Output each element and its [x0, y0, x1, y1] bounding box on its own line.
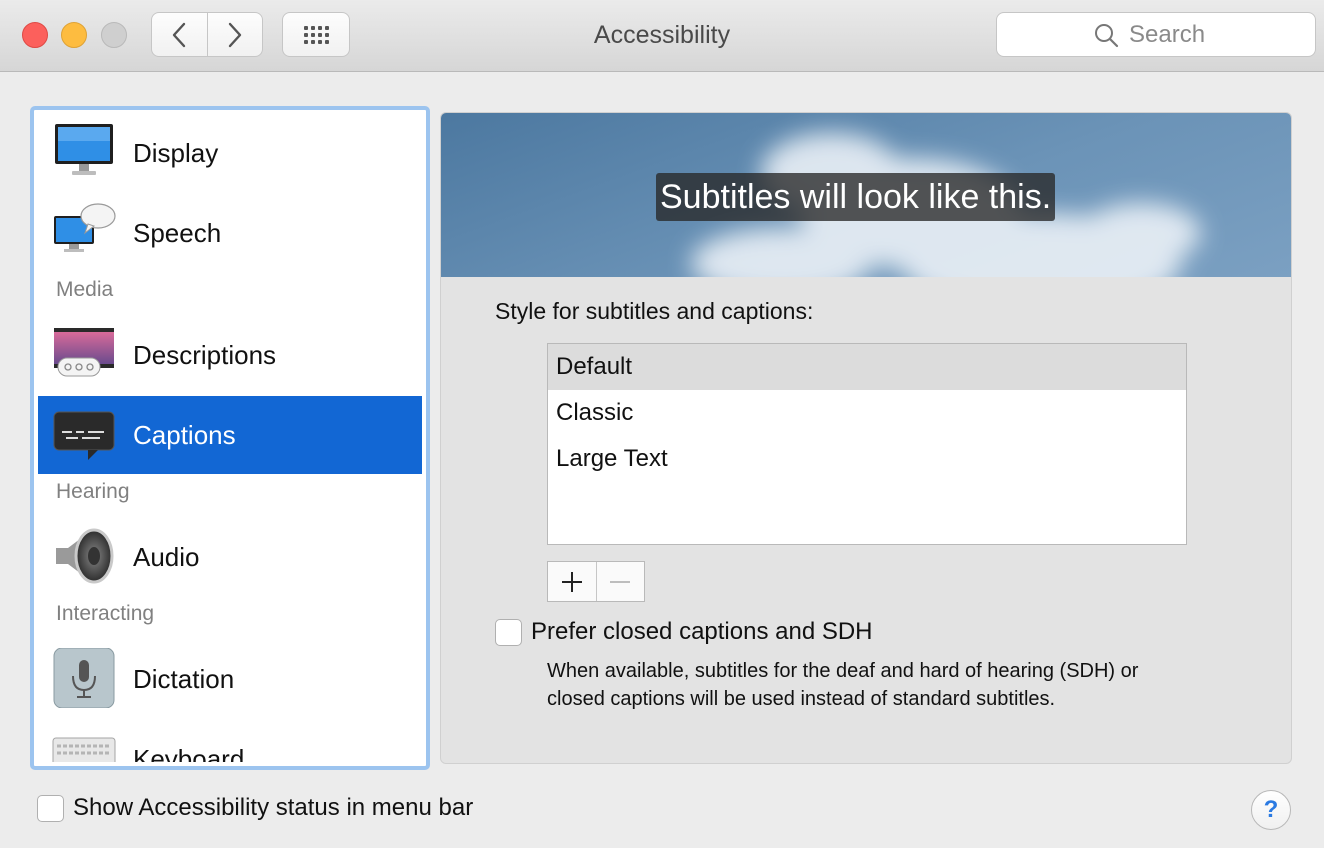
microphone-icon: [53, 648, 115, 708]
style-row-classic[interactable]: Classic: [548, 390, 1186, 436]
sidebar-item-label: Captions: [133, 419, 236, 450]
prefer-closed-captions-label: Prefer closed captions and SDH: [531, 618, 873, 645]
plus-icon: [561, 571, 582, 592]
descriptions-icon: [54, 328, 114, 377]
sidebar-item-audio[interactable]: Audio: [38, 518, 422, 596]
sidebar-section-interacting: Interacting: [56, 602, 155, 625]
sidebar-section-media: Media: [56, 278, 114, 301]
sidebar-section-hearing: Hearing: [56, 480, 130, 503]
sidebar-item-speech[interactable]: Speech: [38, 194, 422, 272]
show-status-checkbox[interactable]: [37, 795, 64, 822]
sidebar-item-label: Dictation: [133, 663, 235, 694]
minus-icon: [610, 580, 631, 583]
display-icon: [55, 124, 113, 175]
prefer-closed-captions-description: When available, subtitles for the deaf a…: [547, 660, 1139, 710]
keyboard-icon: [52, 737, 116, 762]
style-list[interactable]: Default Classic Large Text: [547, 343, 1187, 545]
help-button[interactable]: ?: [1251, 790, 1291, 830]
sidebar-item-display[interactable]: Display: [38, 114, 422, 192]
sidebar-item-descriptions[interactable]: Descriptions: [38, 316, 422, 394]
captions-icon: [53, 411, 115, 460]
sidebar-item-keyboard[interactable]: Keyboard: [38, 720, 422, 762]
captions-pane: Subtitles will look like this. Style for…: [440, 112, 1292, 764]
sidebar-item-label: Display: [133, 137, 219, 168]
caption-preview: Subtitles will look like this.: [441, 113, 1291, 277]
add-remove-style-buttons: [547, 561, 645, 602]
speaker-icon: [56, 528, 114, 584]
style-row-default[interactable]: Default: [548, 344, 1186, 390]
sidebar-item-label: Descriptions: [133, 339, 277, 370]
show-status-label: Show Accessibility status in menu bar: [73, 794, 474, 821]
style-row-large-text[interactable]: Large Text: [548, 436, 1186, 482]
speech-icon: [54, 203, 116, 252]
remove-style-button[interactable]: [595, 562, 645, 601]
search-field[interactable]: [996, 12, 1316, 57]
subtitle-sample-text: Subtitles will look like this.: [656, 173, 1056, 221]
style-list-label: Style for subtitles and captions:: [495, 298, 814, 324]
search-input[interactable]: [1129, 20, 1219, 49]
sidebar-item-dictation[interactable]: Dictation: [38, 640, 422, 718]
sidebar-item-label: Audio: [133, 541, 200, 572]
add-style-button[interactable]: [548, 562, 596, 601]
sidebar: Display Speech Media Descriptions Captio…: [30, 106, 430, 770]
search-icon: [1095, 23, 1119, 47]
prefer-closed-captions-checkbox[interactable]: [495, 619, 522, 646]
sidebar-item-label: Keyboard: [133, 743, 245, 763]
sidebar-item-captions[interactable]: Captions: [38, 396, 422, 474]
title-bar: Accessibility: [0, 0, 1324, 72]
sidebar-item-label: Speech: [133, 217, 222, 248]
